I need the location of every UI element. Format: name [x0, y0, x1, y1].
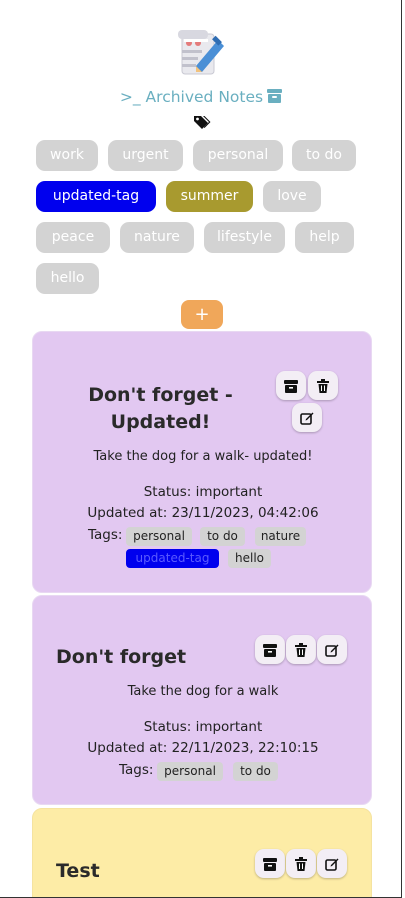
page-title-text: >_ Archived Notes — [119, 88, 264, 106]
edit-icon — [300, 412, 314, 425]
app-frame: >_ Archived Notes work urgent personal t… — [0, 0, 402, 898]
note-status: Status: important — [143, 484, 263, 500]
note-title: Don't forget - Updated! — [73, 382, 248, 436]
tag-filter-summer[interactable]: summer — [166, 181, 253, 212]
tag-filter-urgent[interactable]: urgent — [108, 140, 183, 171]
note-card: Test — [32, 808, 372, 897]
note-tags-label: Tags: — [119, 762, 154, 778]
edit-icon — [325, 644, 339, 657]
note-tag: to do — [200, 527, 245, 546]
tag-filter-peace[interactable]: peace — [36, 222, 110, 253]
note-tag: updated-tag — [126, 549, 219, 568]
archive-note-button[interactable] — [255, 849, 285, 878]
note-title: Test — [56, 860, 100, 882]
note-title-line: Updated! — [110, 411, 211, 433]
note-tags-label: Tags: — [88, 527, 123, 543]
add-note-button[interactable]: + — [181, 300, 223, 329]
note-card: Don't forget - Updated! Take the dog for… — [32, 331, 372, 593]
edit-note-button[interactable] — [317, 849, 347, 878]
notepad-pencil-icon — [176, 28, 226, 80]
note-tag: personal — [157, 762, 223, 781]
note-status: Status: important — [143, 719, 263, 735]
tag-filter-lifestyle[interactable]: lifestyle — [204, 222, 285, 253]
tag-filter-hello[interactable]: hello — [36, 263, 99, 294]
tag-filter-help[interactable]: help — [295, 222, 354, 253]
edit-icon — [325, 858, 339, 871]
edit-note-button[interactable] — [292, 403, 322, 432]
note-description: Take the dog for a walk- updated! — [93, 449, 313, 464]
note-updated-at: Updated at: 23/11/2023, 04:42:06 — [87, 505, 319, 521]
archive-note-button[interactable] — [255, 635, 285, 664]
trash-icon — [295, 856, 307, 871]
page-title: >_ Archived Notes — [0, 88, 401, 107]
tag-filter-updated-tag[interactable]: updated-tag — [36, 181, 156, 212]
archive-box-icon — [284, 379, 298, 393]
archive-box-icon — [267, 89, 283, 107]
note-updated-at: Updated at: 22/11/2023, 22:10:15 — [87, 740, 319, 756]
trash-icon — [317, 378, 329, 393]
tag-filter-nature[interactable]: nature — [120, 222, 194, 253]
delete-note-button[interactable] — [308, 371, 338, 400]
tag-filter-to-do[interactable]: to do — [292, 140, 356, 171]
note-tag: hello — [228, 549, 271, 568]
note-tag: personal — [126, 527, 192, 546]
tag-filter-work[interactable]: work — [36, 140, 98, 171]
tag-filter-love[interactable]: love — [263, 181, 321, 212]
note-description: Take the dog for a walk — [127, 684, 279, 699]
archive-box-icon — [263, 857, 277, 871]
note-card: Don't forget Take the dog for a walk Sta… — [32, 595, 372, 805]
archive-note-button[interactable] — [276, 371, 306, 400]
note-title: Don't forget — [56, 646, 187, 668]
delete-note-button[interactable] — [286, 635, 316, 664]
trash-icon — [295, 642, 307, 657]
note-title-line: Don't forget - — [88, 384, 233, 406]
note-tag: to do — [233, 762, 278, 781]
delete-note-button[interactable] — [286, 849, 316, 878]
tags-icon — [193, 114, 211, 129]
archive-box-icon — [263, 643, 277, 657]
edit-note-button[interactable] — [317, 635, 347, 664]
note-tag: nature — [255, 527, 306, 546]
tag-filter-personal[interactable]: personal — [193, 140, 283, 171]
